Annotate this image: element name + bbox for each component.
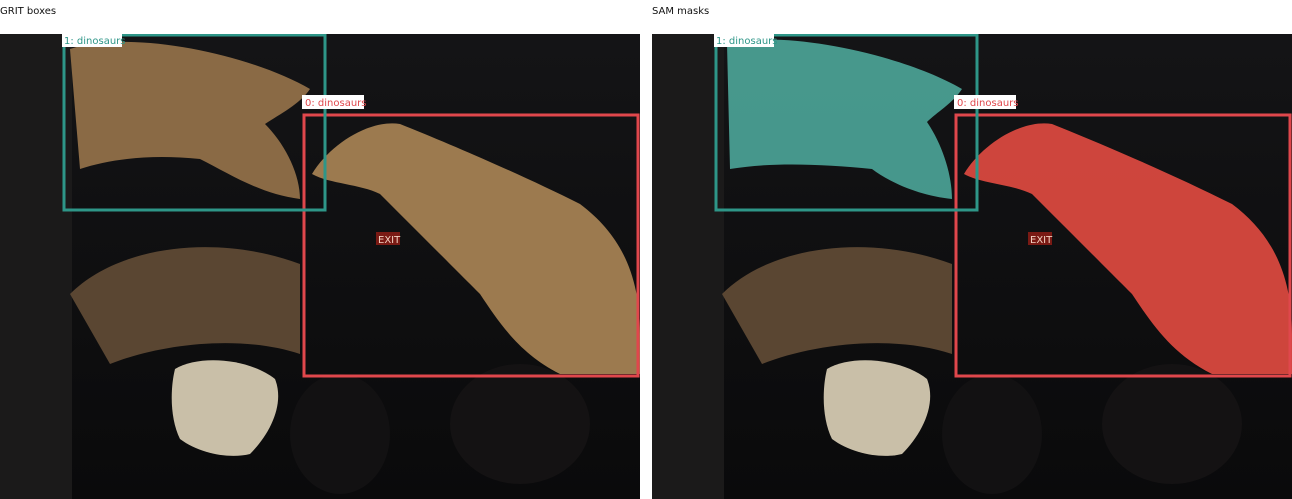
exit-sign-text: EXIT xyxy=(1030,235,1053,246)
crowd-silhouette xyxy=(1102,364,1242,484)
left-panel-title: GRIT boxes xyxy=(0,6,57,17)
exit-sign-text: EXIT xyxy=(378,235,401,246)
detection-label-1: 1: dinosaurs xyxy=(64,36,126,47)
pillar xyxy=(652,34,724,499)
right-panel-title: SAM masks xyxy=(652,6,710,17)
crowd-silhouette xyxy=(942,374,1042,494)
detection-label-1: 1: dinosaurs xyxy=(716,36,778,47)
left-panel-image: EXIT 1: dinosaurs 0: dinosaurs xyxy=(0,34,640,499)
detection-label-0: 0: dinosaurs xyxy=(957,98,1019,109)
detection-label-0: 0: dinosaurs xyxy=(305,98,367,109)
crowd-silhouette xyxy=(450,364,590,484)
crowd-silhouette xyxy=(290,374,390,494)
right-panel-image: EXIT 1: dinosaurs 0: dinosaurs xyxy=(652,34,1292,499)
pillar xyxy=(0,34,72,499)
